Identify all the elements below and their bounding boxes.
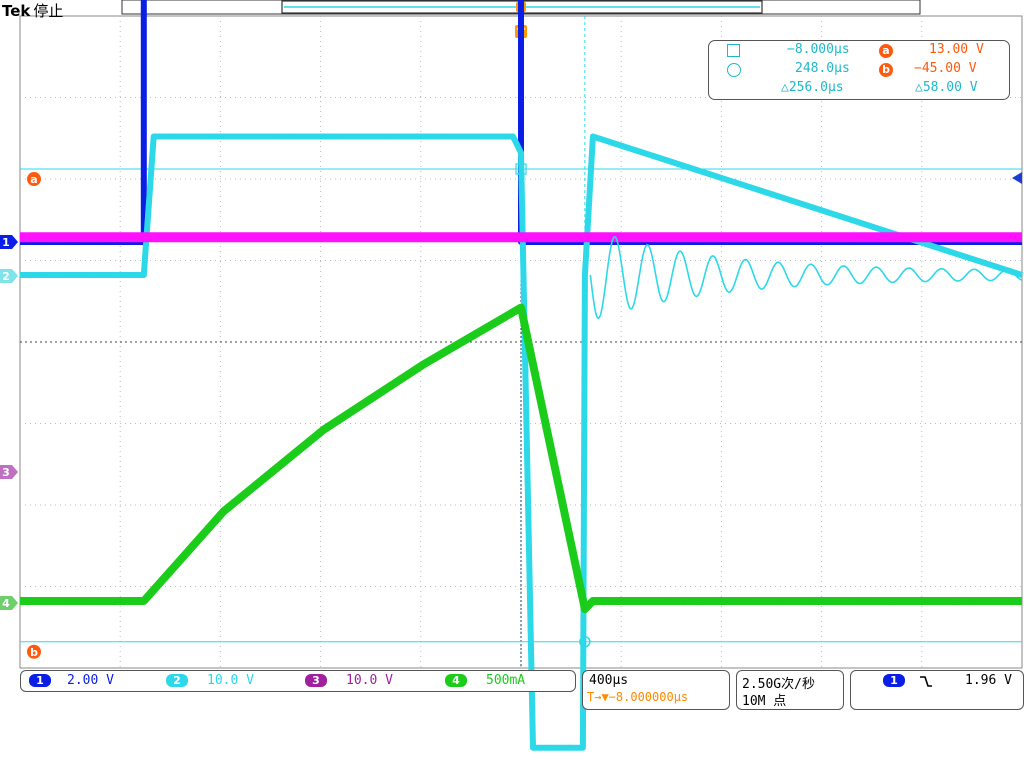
ch4-trace-noise (19, 304, 1021, 610)
cursor-a-value: 13.00 V (929, 42, 984, 57)
ch2-badge[interactable]: 2 (166, 674, 188, 687)
ch3-badge[interactable]: 3 (305, 674, 327, 687)
ch3-ground-label: 3 (2, 466, 10, 479)
status-header: Tek 停止 (2, 0, 63, 21)
oscilloscope-screen: Tab1234 Tek停止 −8.000µs a 13.00 V 248.0µs… (0, 0, 1024, 768)
cursor1-time: −8.000µs (787, 42, 850, 57)
trigger-position: T→▼−8.000000µs (587, 690, 689, 704)
channel-scale-bar: 1 2.00 V 2 10.0 V 3 10.0 V 4 500mA (20, 670, 576, 692)
brand-label: Tek (2, 2, 31, 20)
ch4-ground-label: 4 (2, 597, 10, 610)
record-length: 10M 点 (742, 694, 787, 709)
cursor-b-badge: b (879, 63, 893, 77)
falling-edge-icon (920, 676, 932, 687)
cursor-a-marker-icon-label: a (30, 173, 37, 186)
waveform-display: Tab1234 (0, 0, 1023, 751)
ch1-scale: 2.00 V (67, 673, 114, 688)
ch1-ground-label: 1 (2, 236, 10, 249)
timebase-scale: 400µs (589, 673, 629, 688)
cursor-b-marker-icon-label: b (30, 646, 38, 659)
timebase-panel[interactable]: 400µs T→▼−8.000000µs (582, 670, 730, 710)
ch2-ground-label: 2 (2, 270, 10, 283)
ch1-badge[interactable]: 1 (29, 674, 51, 687)
cursor2-circle-icon (727, 63, 741, 77)
cursor-b-value: −45.00 V (914, 61, 977, 76)
cursor-readout-panel: −8.000µs a 13.00 V 248.0µs b −45.00 V △2… (708, 40, 1010, 100)
trigger-source-badge: 1 (883, 674, 905, 687)
trigger-level: 1.96 V (965, 673, 1012, 688)
trigger-panel[interactable]: 1 1.96 V (850, 670, 1024, 710)
cursor-a-badge: a (879, 44, 893, 58)
delta-time: △256.0µs (781, 80, 844, 95)
acquisition-state: 停止 (33, 2, 64, 20)
ch2-ringing (589, 235, 1022, 320)
cursor2-time: 248.0µs (795, 61, 850, 76)
ch4-scale: 500mA (486, 673, 526, 688)
ch2-scale: 10.0 V (207, 673, 254, 688)
cursor1-square-icon (727, 44, 740, 57)
acquisition-panel[interactable]: 2.50G次/秒 10M 点 (736, 670, 844, 710)
trigger-level-marker-icon (1012, 172, 1022, 184)
delta-value: △58.00 V (915, 80, 978, 95)
ch4-badge[interactable]: 4 (445, 674, 467, 687)
ch3-scale: 10.0 V (346, 673, 393, 688)
